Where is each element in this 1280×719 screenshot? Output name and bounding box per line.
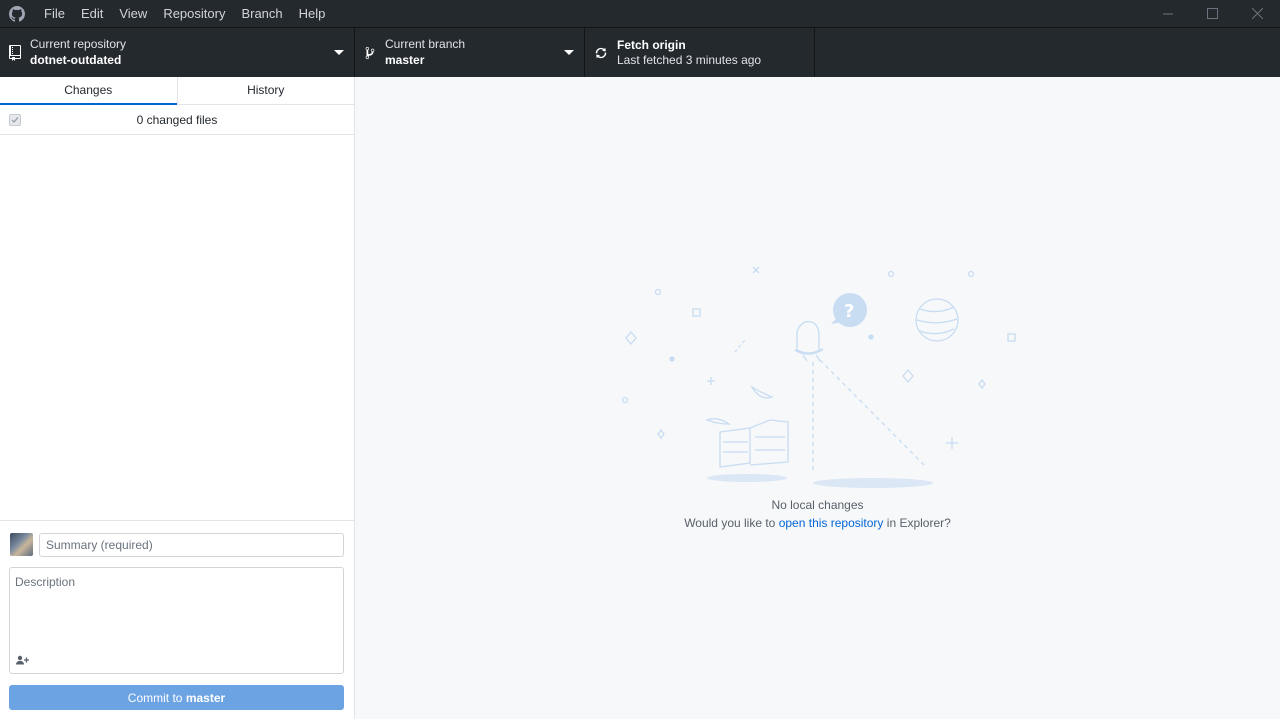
menu-edit[interactable]: Edit [73,0,111,27]
changes-header: 0 changed files [0,105,354,135]
commit-button[interactable]: Commit to master [9,685,344,710]
no-changes-illustration: ? [621,266,1016,488]
plus-star-icon [946,437,958,449]
dot-icon [654,288,662,296]
menu-file[interactable]: File [36,0,73,27]
commit-button-prefix: Commit to [127,690,183,705]
diamond-star-icon [657,428,665,440]
minimize-button[interactable] [1145,0,1190,27]
branch-icon [355,28,385,77]
window-controls [1145,0,1280,27]
chevron-down-icon [564,50,574,55]
description-box [9,567,344,674]
menu-help[interactable]: Help [291,0,334,27]
main-content: ? No local changes Would you like to ope… [355,77,1280,719]
last-fetched-text: Last fetched 3 minutes ago [617,53,762,67]
menu-branch[interactable]: Branch [233,0,290,27]
fetch-origin-button[interactable]: Fetch origin Last fetched 3 minutes ago [585,28,815,77]
prompt-text-before: Would you like to [684,516,776,530]
title-bar: File Edit View Repository Branch Help [0,0,1280,27]
dot-icon [621,396,629,404]
minimize-icon [1162,13,1173,14]
add-coauthor-icon[interactable] [15,653,31,667]
open-repository-prompt: Would you like to open this repository i… [355,516,1280,530]
branch-dropdown[interactable]: Current branch master [355,28,585,77]
no-changes-title: No local changes [771,498,864,512]
avatar [10,533,33,556]
dot-icon [887,270,895,278]
repository-label: Current repository [30,37,127,51]
square-star-icon [692,308,701,317]
dot-icon [967,270,975,278]
dot-icon [868,334,874,340]
sparkle-icon [752,266,760,274]
tab-history[interactable]: History [176,77,355,104]
telescope-icon [796,321,820,354]
commit-button-branch: master [185,690,226,705]
repo-icon [0,28,30,77]
diamond-star-icon [625,330,637,346]
close-button[interactable] [1235,0,1280,27]
github-logo-icon [0,0,34,27]
menu-view[interactable]: View [111,0,155,27]
branch-name: master [385,53,425,67]
changed-files-count: 0 changed files [136,112,218,127]
tab-bar: Changes History [0,77,354,105]
svg-text:?: ? [844,301,854,322]
summary-input[interactable] [39,533,344,557]
square-star-icon [1007,333,1016,342]
branch-label: Current branch [385,37,466,51]
plus-star-icon [707,377,715,385]
open-repository-link[interactable]: open this repository [779,516,884,530]
fetch-origin-label: Fetch origin [617,38,686,52]
chevron-down-icon [334,50,344,55]
commit-form: Commit to master [0,520,354,719]
menu-bar: File Edit View Repository Branch Help [36,0,333,27]
shooting-star-icon [734,339,746,353]
maximize-icon [1207,8,1218,19]
diamond-star-icon [902,368,914,384]
checkmark-icon [11,117,19,124]
menu-repository[interactable]: Repository [155,0,233,27]
prompt-text-after: in Explorer? [886,516,951,530]
boxes-icon [719,419,789,468]
close-icon [1252,8,1263,19]
select-all-checkbox[interactable] [9,114,21,126]
tab-changes[interactable]: Changes [0,77,177,105]
repository-name: dotnet-outdated [30,53,122,67]
sync-icon [585,28,617,77]
description-input[interactable] [10,568,343,652]
diamond-star-icon [978,378,986,390]
dot-icon [669,356,675,362]
toolbar: Current repository dotnet-outdated Curre… [0,27,1280,77]
sidebar: Changes History 0 changed files Commit t… [0,77,355,719]
repository-dropdown[interactable]: Current repository dotnet-outdated [0,28,355,77]
maximize-button[interactable] [1190,0,1235,27]
